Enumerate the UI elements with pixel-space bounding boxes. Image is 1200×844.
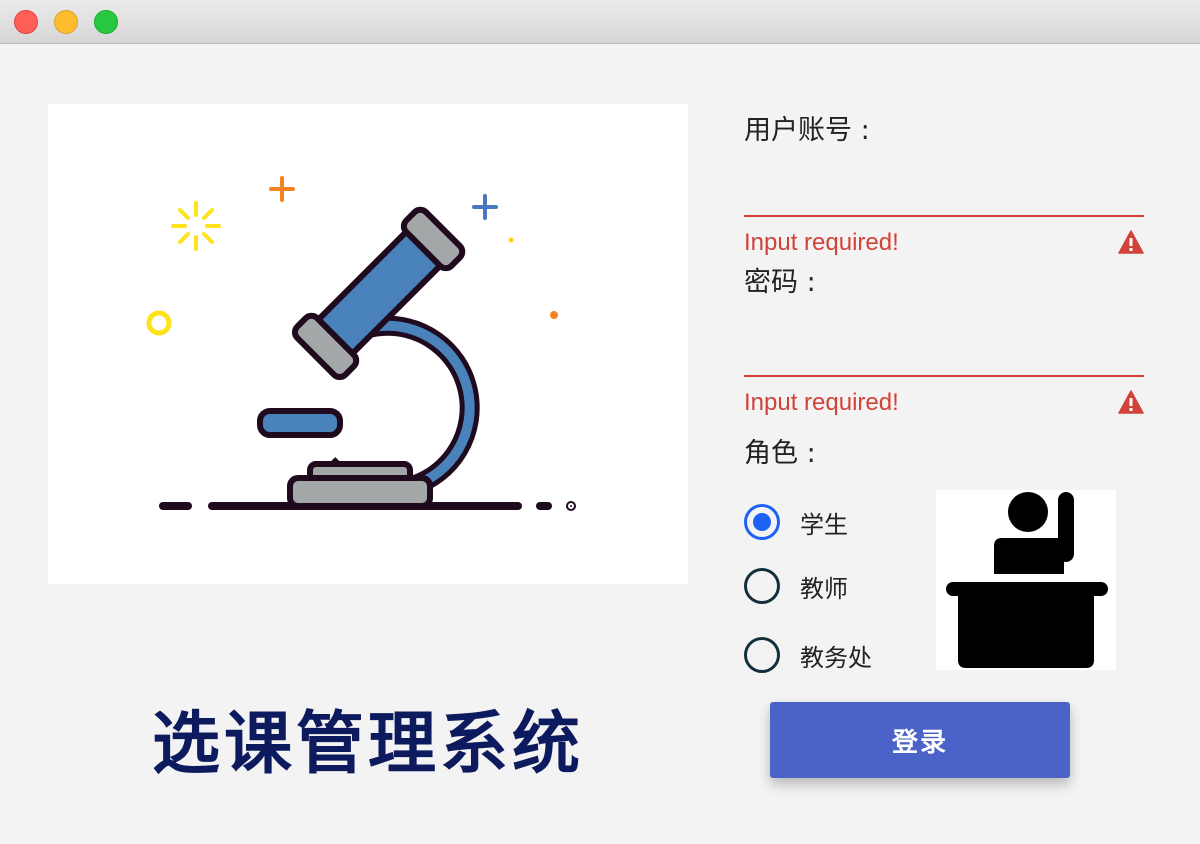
radio-button[interactable] bbox=[744, 637, 780, 673]
password-error: Input required! bbox=[744, 389, 899, 416]
hero-image bbox=[48, 104, 688, 584]
microscope-icon bbox=[146, 176, 576, 511]
role-option-label: 学生 bbox=[800, 510, 848, 539]
app-title: 选课管理系统 bbox=[151, 705, 584, 784]
role-option-student[interactable]: 学生 bbox=[744, 502, 848, 542]
username-label: 用户账号 : bbox=[744, 115, 870, 146]
username-input[interactable] bbox=[744, 177, 1144, 217]
teacher-at-desk-icon bbox=[946, 492, 1108, 668]
radio-button[interactable] bbox=[744, 504, 780, 540]
password-label: 密码 : bbox=[744, 267, 816, 298]
role-label: 角色 : bbox=[744, 438, 816, 469]
minimize-window-button[interactable] bbox=[54, 10, 78, 34]
sparkle-icon bbox=[171, 201, 221, 251]
role-option-admin[interactable]: 教务处 bbox=[744, 635, 872, 675]
role-option-label: 教师 bbox=[800, 574, 848, 603]
radio-button[interactable] bbox=[744, 568, 780, 604]
role-option-label: 教务处 bbox=[800, 643, 872, 672]
warning-icon bbox=[1118, 230, 1144, 254]
password-input[interactable] bbox=[744, 337, 1144, 377]
role-image bbox=[936, 490, 1116, 670]
window-titlebar bbox=[0, 0, 1200, 44]
role-option-teacher[interactable]: 教师 bbox=[744, 566, 848, 606]
warning-icon bbox=[1118, 390, 1144, 414]
username-error: Input required! bbox=[744, 229, 899, 256]
close-window-button[interactable] bbox=[14, 10, 38, 34]
login-button[interactable]: 登录 bbox=[770, 702, 1070, 778]
zoom-window-button[interactable] bbox=[94, 10, 118, 34]
